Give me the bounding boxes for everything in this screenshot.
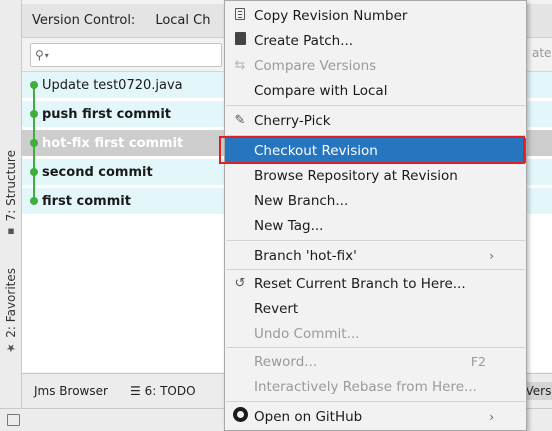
tab-todo-label: 6: TODO [144, 384, 196, 398]
structure-tab-label: 7: Structure [4, 150, 18, 222]
menu-item-interactive-rebase: Interactively Rebase from Here... [254, 378, 477, 395]
submenu-arrow-icon: › [489, 248, 494, 263]
commit-message: second commit [42, 164, 153, 180]
commit-graph-node [30, 168, 38, 176]
commit-message: hot-fix first commit [42, 135, 184, 151]
date-filter[interactable]: ate: All [532, 46, 552, 60]
github-icon [232, 407, 248, 426]
menu-item-copy-revision-number[interactable]: Copy Revision Number [225, 3, 526, 28]
star-icon: ★ [4, 341, 18, 355]
chevron-down-icon: ▾ [44, 50, 49, 60]
menu-item-reword: Reword... F2 [254, 353, 486, 370]
tab-todo[interactable]: ☰ 6: TODO [130, 384, 196, 398]
menu-separator [226, 347, 525, 348]
tab-jms-browser[interactable]: Jms Browser [34, 384, 108, 398]
commit-message: push first commit [42, 106, 172, 122]
reset-icon: ↺ [234, 276, 246, 291]
menu-item-revert[interactable]: Revert [225, 296, 526, 321]
commit-context-menu: Copy Revision Number Create Patch... ⇆ C… [224, 0, 527, 431]
menu-item-branch-hot-fix[interactable]: Branch 'hot-fix' › [225, 243, 526, 268]
menu-item-reset-current-branch[interactable]: ↺ Reset Current Branch to Here... [225, 271, 526, 296]
commit-message: Update test0720.java [42, 77, 183, 93]
cherry-pick-icon: ✎ [234, 113, 246, 128]
structure-tool-tab[interactable]: ▪ 7: Structure [3, 150, 19, 238]
menu-separator [226, 105, 525, 106]
submenu-arrow-icon: › [489, 409, 494, 424]
menu-separator [226, 401, 525, 402]
menu-separator [226, 269, 525, 270]
copy-icon [232, 7, 248, 24]
commit-message: first commit [42, 193, 131, 209]
list-icon: ☰ [130, 384, 141, 398]
menu-item-new-branch[interactable]: New Branch... [225, 188, 526, 213]
search-input[interactable]: ⚲ ▾ [30, 43, 222, 67]
compare-arrows-icon: ⇆ [234, 58, 246, 73]
patch-icon [232, 32, 248, 49]
commit-graph-node [30, 81, 38, 89]
tool-window-title: Version Control: [32, 13, 136, 28]
menu-item-browse-repository[interactable]: Browse Repository at Revision [225, 163, 526, 188]
shortcut-label: F2 [470, 354, 486, 369]
menu-separator [226, 240, 525, 241]
menu-item-compare-with-local[interactable]: Compare with Local [225, 78, 526, 103]
tool-windows-toggle-icon[interactable] [7, 414, 20, 426]
annotation-highlight-box [219, 136, 525, 164]
menu-item-open-on-github[interactable]: Open on GitHub › [225, 404, 526, 429]
favorites-tab-label: 2: Favorites [4, 268, 18, 338]
search-icon: ⚲ [35, 48, 44, 62]
favorites-tool-tab[interactable]: ★ 2: Favorites [3, 268, 19, 355]
left-tool-strip: ▪ 7: Structure ★ 2: Favorites [0, 0, 22, 408]
menu-item-create-patch[interactable]: Create Patch... [225, 28, 526, 53]
commit-graph-node [30, 110, 38, 118]
menu-item-undo-commit: Undo Commit... [254, 325, 360, 342]
structure-icon: ▪ [4, 225, 18, 239]
commit-graph-node [30, 139, 38, 147]
menu-item-compare-versions: ⇆ Compare Versions [225, 53, 526, 78]
tab-local-changes[interactable]: Local Ch [155, 13, 210, 28]
menu-item-new-tag[interactable]: New Tag... [225, 213, 526, 238]
menu-item-cherry-pick[interactable]: ✎ Cherry-Pick [225, 108, 526, 133]
commit-graph-node [30, 197, 38, 205]
